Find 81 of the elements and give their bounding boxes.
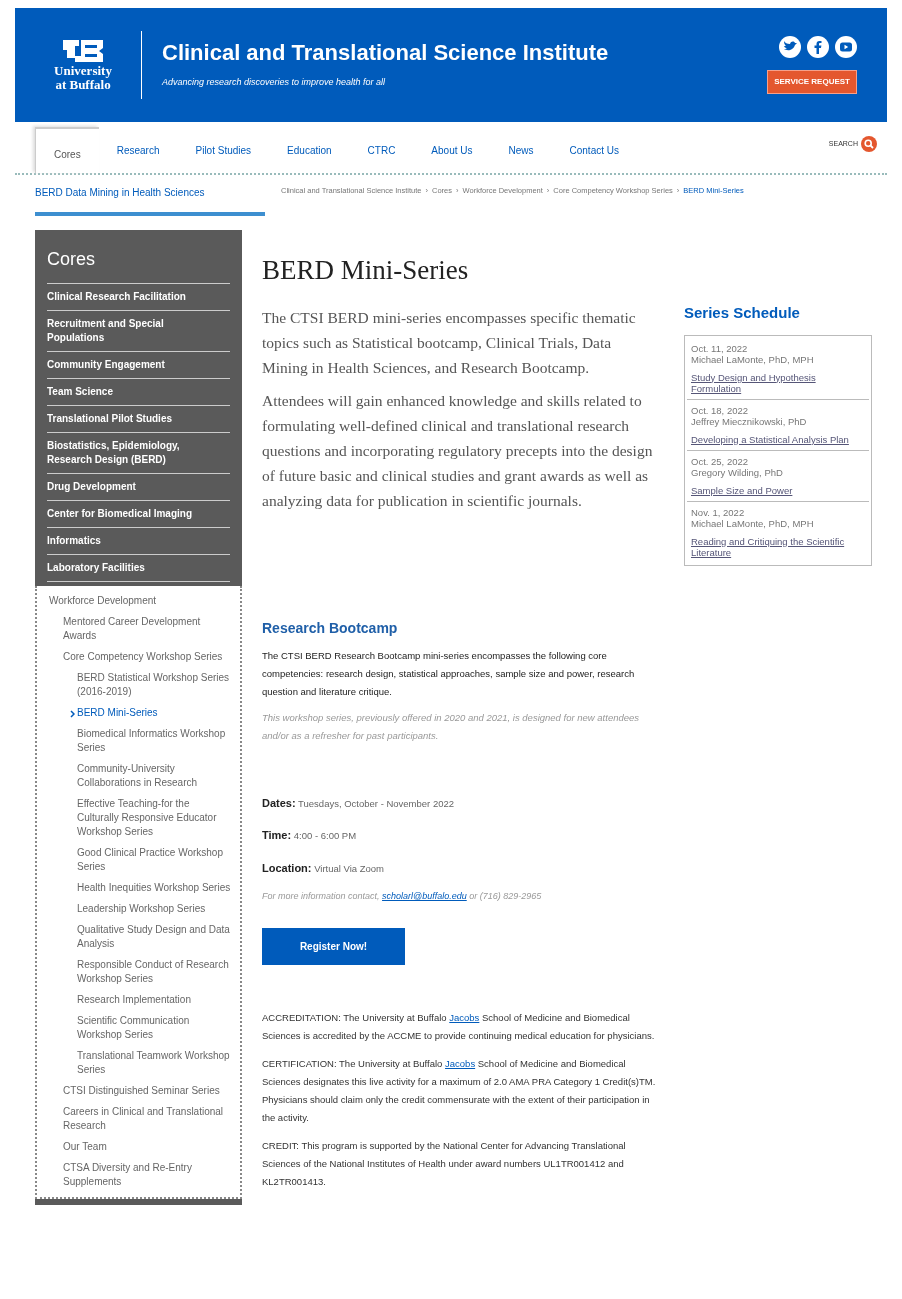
sidebar-tree-link[interactable]: Health Inequities Workshop Series	[77, 881, 232, 895]
sidebar-title: Cores	[47, 246, 230, 284]
sidebar-tree-link[interactable]: Qualitative Study Design and Data Analysis	[77, 923, 232, 951]
schedule-speaker: Michael LaMonte, PhD, MPH	[691, 353, 815, 365]
sidebar-tree-link[interactable]: Careers in Clinical and Translational Research	[63, 1105, 232, 1133]
nav-tab[interactable]: Education	[269, 127, 350, 173]
nav-tab[interactable]: Research	[98, 127, 178, 173]
detail-line: Location: Virtual Via Zoom	[262, 860, 386, 876]
sidebar-tree-link[interactable]: Biomedical Informatics Workshop Series	[77, 727, 232, 755]
sidebar-link[interactable]: Clinical Research Facilitation	[47, 284, 230, 311]
sidebar-link[interactable]: Laboratory Facilities	[47, 555, 230, 582]
sidebar-tree-link[interactable]: Leadership Workshop Series	[77, 902, 232, 916]
sidebar-tree-link[interactable]: CTSA Diversity and Re-Entry Supplements	[63, 1161, 232, 1189]
statement-paragraph: ACCREDITATION: The University at Buffalo Jacobs School of Medicine and Biomedical Sciences is accredited by the ACCME to provide continuing medical education for physicians.	[262, 1010, 656, 1043]
site-title: Clinical and Translational Science Institute	[162, 40, 610, 67]
schedule-speaker: Jeffrey Miecznikowski, PhD	[691, 415, 808, 427]
sidebar-link[interactable]: Recruitment and Special Populations	[47, 311, 230, 352]
sidebar-tree-link[interactable]: Responsible Conduct of Research Workshop Series	[77, 958, 232, 986]
schedule-speaker: Michael LaMonte, PhD, MPH	[691, 517, 815, 529]
intro-paragraph: The CTSI BERD mini-series encompasses specific thematic topics such as Statistical bootcamp, Clinical Trials, Data Mining in Health Sciences, and Research Bootcamp.	[262, 307, 637, 378]
search-icon[interactable]	[861, 136, 877, 152]
statement-paragraph: CREDIT: This program is supported by the National Center for Advancing Translational Sciences of the National Institutes of Health under award numbers UL1TR001412 and KL2TR001413.	[262, 1138, 627, 1189]
sidebar-tree-link[interactable]: Mentored Career Development Awards	[63, 615, 232, 643]
section-paragraph: The CTSI BERD Research Bootcamp mini-series encompasses the following core competencies: research design, statistical approaches, sample size and power, research question and literature critique.	[262, 648, 636, 699]
section-link[interactable]: BERD Data Mining in Health Sciences	[15, 183, 265, 202]
sidebar-link[interactable]: Center for Biomedical Imaging	[47, 501, 230, 528]
sidebar-tree-link[interactable]: Our Team	[63, 1140, 232, 1154]
logo-text: University	[54, 64, 112, 78]
sidebar-tree-link[interactable]: Core Competency Workshop Series	[63, 650, 232, 664]
schedule-topic-link[interactable]: Study Design and Hypothesis Formulation	[691, 371, 865, 394]
sidebar-link[interactable]: Biostatistics, Epidemiology, Research Design (BERD)	[47, 433, 230, 474]
intro-paragraph: Attendees will gain enhanced knowledge and skills related to formulating well-defined clinical and translational research questions and incorporating regulatory precepts into the design of future basic and clinical studies and grant awards as well as analyzing data for publication in scientific journals.	[262, 390, 654, 511]
schedule-date: Oct. 11, 2022	[691, 342, 749, 354]
sidebar-tree-link[interactable]: Scientific Communication Workshop Series	[77, 1014, 232, 1042]
sidebar-tree-link[interactable]: Effective Teaching-for the Culturally Responsive Educator Workshop Series	[77, 797, 232, 839]
section-heading: Research Bootcamp	[262, 618, 399, 638]
contact-line: For more information contact, scholarl@buffalo.edu or (716) 829-2965	[262, 890, 543, 903]
facebook-icon[interactable]	[807, 36, 829, 58]
sidebar-tree-link[interactable]: Translational Teamwork Workshop Series	[77, 1049, 232, 1077]
sidebar-link[interactable]: Translational Pilot Studies	[47, 406, 230, 433]
schedule-title: Series Schedule	[684, 303, 801, 323]
play-icon[interactable]	[835, 36, 857, 58]
logo-icon	[61, 38, 105, 64]
inline-link[interactable]: Jacobs	[445, 1057, 476, 1069]
nav-tab[interactable]: Pilot Studies	[177, 127, 270, 173]
logo-text: at Buffalo	[55, 78, 111, 92]
sidebar-tree-link[interactable]: Research Implementation	[77, 993, 232, 1007]
sidebar-tree-link[interactable]: Workforce Development	[49, 594, 232, 608]
sidebar-link[interactable]: Informatics	[47, 528, 230, 555]
schedule-topic-link[interactable]: Reading and Critiquing the Scientific Literature	[691, 535, 865, 558]
schedule-date: Nov. 1, 2022	[691, 506, 746, 518]
site-tagline: Advancing research discoveries to improve health for all	[162, 76, 387, 90]
sidebar-link[interactable]: Community Engagement	[47, 352, 230, 379]
sidebar-tree-link[interactable]: Community-University Collaborations in Research	[77, 762, 232, 790]
bird-icon[interactable]	[779, 36, 801, 58]
nav-tab[interactable]: About Us	[413, 127, 491, 173]
schedule-date: Oct. 18, 2022	[691, 404, 750, 416]
nav-tab[interactable]: Contact Us	[551, 127, 637, 173]
nav-tab[interactable]: Cores	[35, 127, 99, 173]
note-paragraph: This workshop series, previously offered in 2020 and 2021, is designed for new attendees and/or as a refresher for past participants.	[262, 710, 641, 743]
sidebar-link[interactable]: Drug Development	[47, 474, 230, 501]
statement-paragraph: CERTIFICATION: The University at Buffalo Jacobs School of Medicine and Biomedical Sciences designates this live activity for a maximum of 2.0 AMA PRA Category 1 Credit(s)TM. Physicians should claim only the credit commensurate with the extent of their participation in the activity.	[262, 1056, 657, 1125]
sidebar-tree-link[interactable]: CTSI Distinguished Seminar Series	[63, 1084, 232, 1098]
nav-tab[interactable]: CTRC	[349, 127, 414, 173]
schedule-topic-link[interactable]: Developing a Statistical Analysis Plan	[691, 433, 865, 445]
sidebar-link[interactable]: Team Science	[47, 379, 230, 406]
sidebar-tree-link[interactable]: BERD Mini-Series	[77, 706, 232, 720]
sidebar-tree-link[interactable]: Good Clinical Practice Workshop Series	[77, 846, 232, 874]
service-request-button[interactable]: SERVICE REQUEST	[767, 70, 857, 94]
register-button[interactable]: Register Now!	[262, 927, 405, 965]
sidebar-tree-link[interactable]: BERD Statistical Workshop Series (2016-2019)	[77, 671, 232, 699]
schedule-speaker: Gregory Wilding, PhD	[691, 466, 784, 478]
nav-tab[interactable]: News	[490, 127, 552, 173]
inline-link[interactable]: scholarl@buffalo.edu	[382, 891, 467, 901]
detail-line: Time: 4:00 - 6:00 PM	[262, 828, 358, 843]
schedule-topic-link[interactable]: Sample Size and Power	[691, 484, 865, 496]
chevron-icon	[70, 710, 75, 718]
detail-line: Dates: Tuesdays, October - November 2022	[262, 795, 456, 811]
schedule-date: Oct. 25, 2022	[691, 455, 750, 467]
inline-link[interactable]: Jacobs	[449, 1011, 480, 1023]
page-title: BERD Mini-Series	[262, 254, 470, 287]
